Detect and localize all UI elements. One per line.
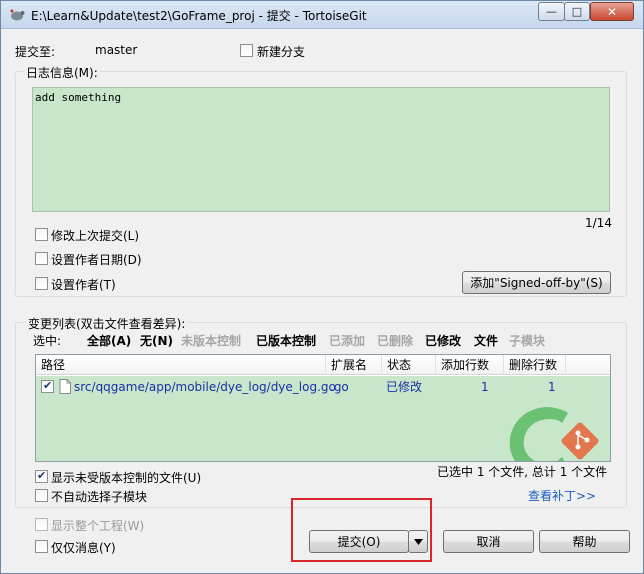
file-status: 已修改 (386, 380, 423, 394)
column-header-path[interactable]: 路径 (36, 355, 326, 375)
column-header-status[interactable]: 状态 (382, 355, 436, 375)
signoff-button-label: 添加"Signed-off-by"(S) (470, 276, 603, 290)
column-header-extension[interactable]: 扩展名 (326, 355, 382, 375)
selection-summary: 已选中 1 个文件, 总计 1 个文件 (437, 465, 608, 479)
commit-message-editor[interactable]: add something (32, 87, 610, 212)
dialog-client-area: 提交至: master 新建分支 日志信息(M): add something … (7, 31, 637, 569)
filter-all-link[interactable]: 全部(A) (87, 332, 131, 349)
show-whole-project-checkbox[interactable] (35, 518, 48, 531)
changed-files-list[interactable]: 路径 扩展名 状态 添加行数 删除行数 src/qqgame/app/mobil… (35, 354, 611, 462)
table-row[interactable]: src/qqgame/app/mobile/dye_log/dye_log.go… (36, 378, 610, 396)
no-autoselect-submodules-label: 不自动选择子模块 (51, 490, 148, 504)
select-label: 选中: (33, 334, 62, 348)
branch-name: master (95, 43, 138, 57)
view-patch-link[interactable]: 查看补丁>> (528, 487, 596, 504)
maximize-icon: □ (571, 5, 583, 18)
filter-modified-link[interactable]: 已修改 (425, 332, 461, 349)
file-icon (59, 379, 71, 394)
commit-dialog-window: E:\Learn&Update\test2\GoFrame_proj - 提交 … (0, 0, 644, 574)
show-unversioned-label: 显示未受版本控制的文件(U) (51, 471, 202, 485)
close-button[interactable]: ✕ (590, 2, 634, 21)
file-added-lines: 1 (481, 380, 489, 394)
filter-added-link[interactable]: 已添加 (329, 332, 365, 349)
commit-button-highlight-annotation (291, 498, 432, 562)
title-bar[interactable]: E:\Learn&Update\test2\GoFrame_proj - 提交 … (1, 1, 643, 29)
file-extension: .go (330, 380, 349, 394)
window-title: E:\Learn&Update\test2\GoFrame_proj - 提交 … (31, 9, 367, 23)
cancel-button-label: 取消 (476, 535, 501, 549)
message-only-checkbox[interactable] (35, 540, 48, 553)
cancel-button[interactable]: 取消 (443, 530, 534, 553)
filter-submodules-link[interactable]: 子模块 (509, 332, 545, 349)
filter-files-link[interactable]: 文件 (474, 332, 498, 349)
tortoisegit-app-icon (10, 9, 25, 21)
file-path: src/qqgame/app/mobile/dye_log/dye_log.go (74, 380, 336, 394)
filter-deleted-link[interactable]: 已删除 (377, 332, 413, 349)
show-whole-project-label: 显示整个工程(W) (51, 519, 145, 533)
list-header: 路径 扩展名 状态 添加行数 删除行数 (36, 355, 610, 375)
help-button-label: 帮助 (572, 535, 597, 549)
show-unversioned-checkbox[interactable] (35, 469, 48, 483)
message-line-counter: 1/14 (585, 216, 612, 230)
file-deleted-lines: 1 (548, 380, 556, 394)
set-author-checkbox[interactable] (35, 277, 48, 290)
close-icon: ✕ (606, 4, 618, 19)
message-only-label: 仅仅消息(Y) (51, 541, 116, 555)
filter-unversioned-link[interactable]: 未版本控制 (181, 332, 241, 349)
changes-group-label: 变更列表(双击文件查看差异): (26, 315, 188, 332)
column-header-deleted-lines[interactable]: 删除行数 (504, 355, 566, 375)
minimize-icon: — (546, 5, 557, 18)
signoff-button[interactable]: 添加"Signed-off-by"(S) (462, 271, 611, 294)
new-branch-checkbox[interactable] (240, 44, 253, 57)
message-group-label: 日志信息(M): (24, 64, 100, 81)
filter-versioned-link[interactable]: 已版本控制 (256, 332, 316, 349)
list-body: src/qqgame/app/mobile/dye_log/dye_log.go… (36, 376, 610, 461)
amend-label: 修改上次提交(L) (51, 229, 140, 243)
new-branch-label: 新建分支 (257, 45, 306, 59)
commit-message-text: add something (35, 91, 122, 104)
no-autoselect-submodules-checkbox[interactable] (35, 489, 48, 502)
set-author-date-label: 设置作者日期(D) (51, 253, 142, 267)
tortoisegit-watermark-icon (509, 407, 599, 461)
help-button[interactable]: 帮助 (539, 530, 630, 553)
column-header-added-lines[interactable]: 添加行数 (436, 355, 504, 375)
set-author-label: 设置作者(T) (51, 278, 116, 292)
file-select-checkbox[interactable] (41, 379, 54, 393)
amend-checkbox[interactable] (35, 228, 48, 241)
minimize-button[interactable]: — (538, 2, 565, 21)
set-author-date-checkbox[interactable] (35, 252, 48, 265)
filter-none-link[interactable]: 无(N) (140, 332, 173, 349)
commit-to-label: 提交至: (15, 45, 56, 59)
maximize-button[interactable]: □ (564, 2, 590, 21)
